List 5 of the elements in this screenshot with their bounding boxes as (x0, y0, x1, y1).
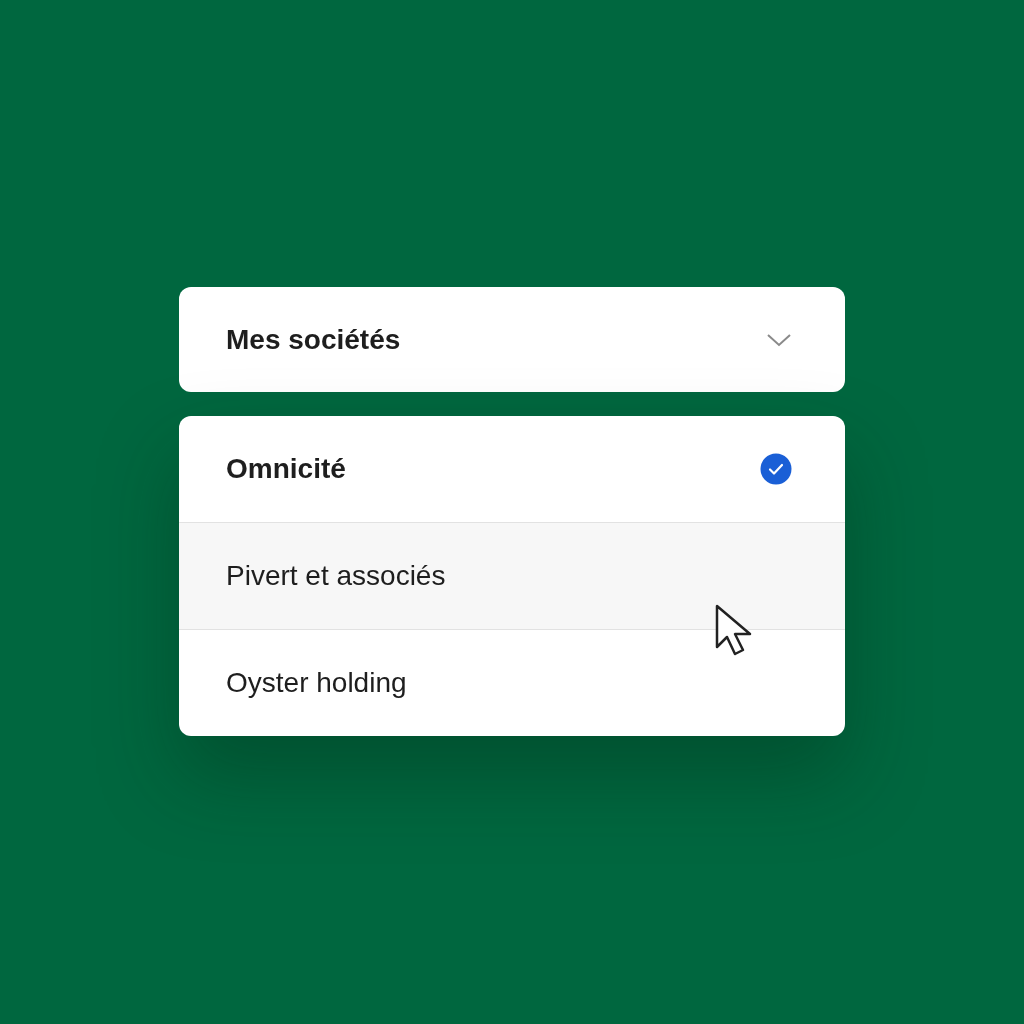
option-item[interactable]: Oyster holding (179, 629, 845, 736)
option-item[interactable]: Omnicité (179, 416, 845, 522)
dropdown-header[interactable]: Mes sociétés (179, 287, 845, 392)
check-icon (760, 453, 792, 485)
dropdown-label: Mes sociétés (226, 323, 401, 356)
